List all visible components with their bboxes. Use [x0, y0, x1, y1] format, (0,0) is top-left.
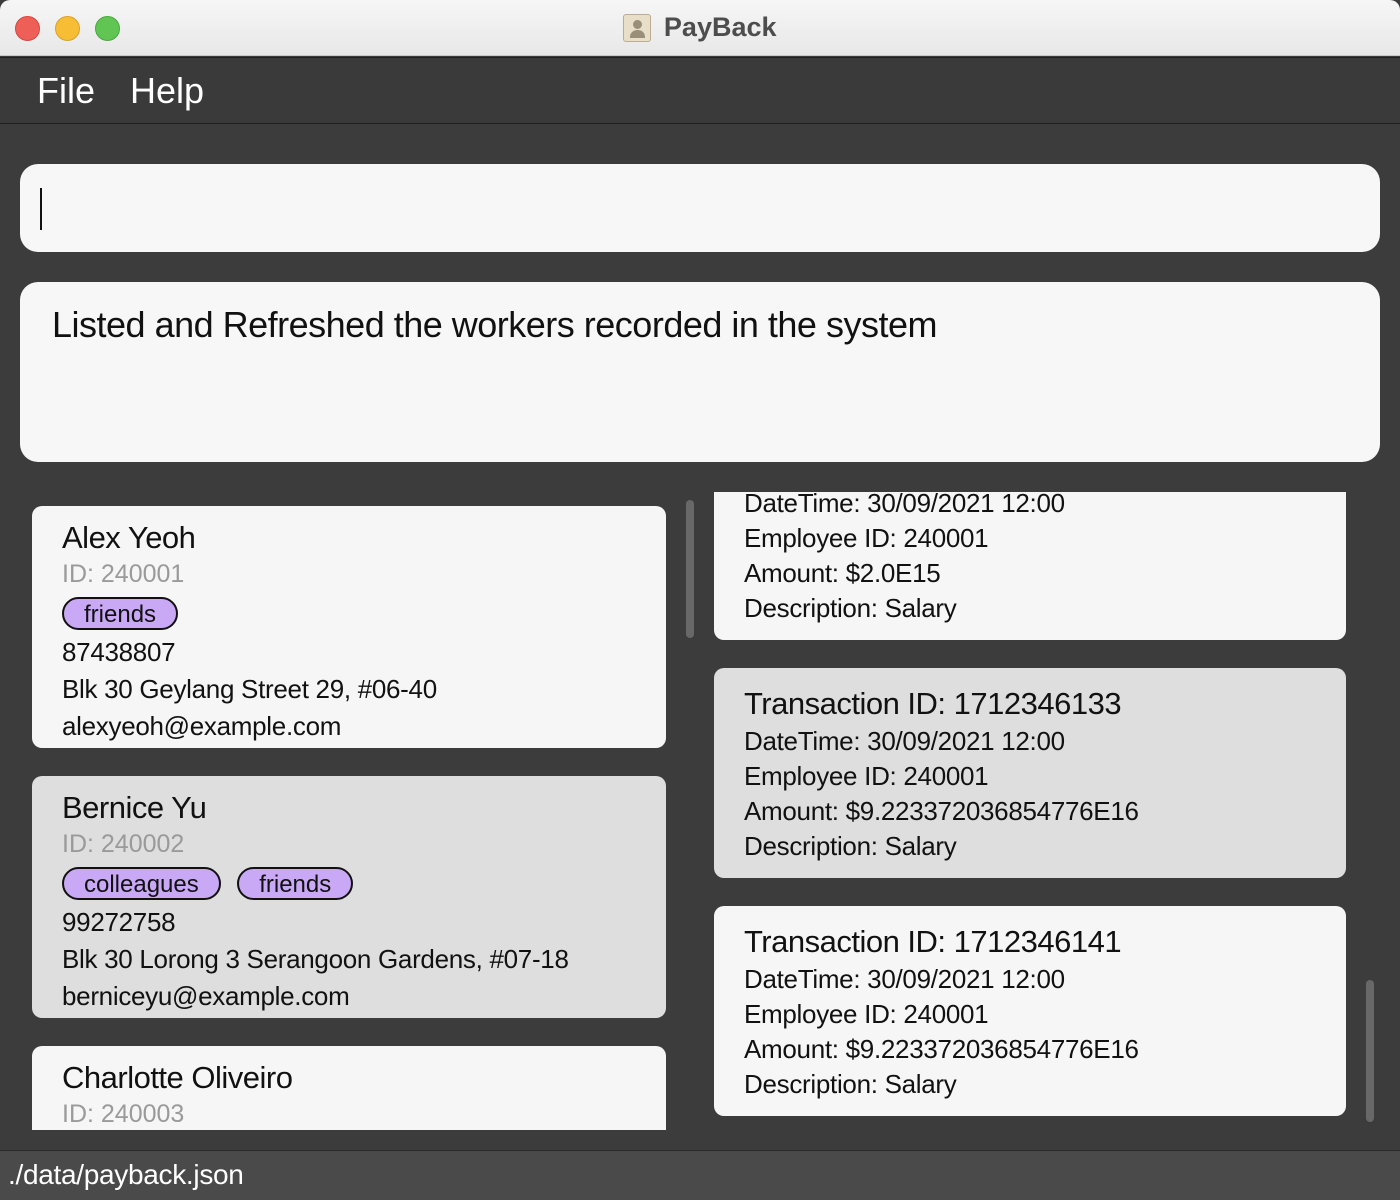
- person-list-scrollbar[interactable]: [686, 500, 694, 638]
- transaction-datetime: DateTime: 30/09/2021 12:00: [744, 964, 1065, 994]
- transaction-description: Description: Salary: [744, 831, 957, 861]
- person-list[interactable]: Alex Yeoh ID: 240001 friends 87438807 Bl…: [20, 492, 680, 1130]
- person-address: Blk 30 Geylang Street 29, #06-40: [62, 674, 437, 704]
- command-box[interactable]: [20, 164, 1380, 252]
- transaction-id: Transaction ID: 1712346141: [744, 924, 1122, 959]
- transaction-id: Transaction ID: 1712346133: [744, 686, 1122, 721]
- person-address: Blk 30 Lorong 3 Serangoon Gardens, #07-1…: [62, 944, 569, 974]
- tag-badge: colleagues: [62, 867, 221, 900]
- transaction-description: Description: Salary: [744, 593, 957, 623]
- person-email: alexyeoh@example.com: [62, 711, 342, 741]
- transaction-employee-id: Employee ID: 240001: [744, 523, 989, 553]
- transaction-card[interactable]: DateTime: 30/09/2021 12:00 Employee ID: …: [714, 492, 1346, 640]
- tag-list: friends: [62, 597, 636, 631]
- person-email: berniceyu@example.com: [62, 981, 350, 1011]
- result-display: Listed and Refreshed the workers recorde…: [20, 282, 1380, 462]
- transaction-datetime: DateTime: 30/09/2021 12:00: [744, 726, 1065, 756]
- command-input[interactable]: [44, 178, 1354, 238]
- transaction-amount: Amount: $9.223372036854776E16: [744, 1034, 1139, 1064]
- window-title: PayBack: [663, 12, 777, 42]
- transaction-amount: Amount: $2.0E15: [744, 558, 941, 588]
- menu-help[interactable]: Help: [130, 70, 204, 112]
- transaction-card[interactable]: Transaction ID: 1712346141 DateTime: 30/…: [714, 906, 1346, 1116]
- transaction-description: Description: Salary: [744, 1069, 957, 1099]
- tag-list: colleagues friends: [62, 867, 636, 901]
- person-phone: 99272758: [62, 907, 176, 937]
- person-id: ID: 240001: [62, 560, 185, 588]
- tag-badge: friends: [62, 597, 179, 630]
- person-name: Bernice Yu: [62, 790, 207, 825]
- contact-book-icon: [623, 13, 652, 42]
- person-phone: 87438807: [62, 637, 176, 667]
- transaction-list-scrollbar[interactable]: [1366, 980, 1374, 1122]
- menu-bar: File Help: [0, 57, 1400, 124]
- menu-file[interactable]: File: [37, 70, 95, 112]
- person-id: ID: 240002: [62, 830, 185, 858]
- transaction-amount: Amount: $9.223372036854776E16: [744, 796, 1139, 826]
- transaction-card-selected[interactable]: Transaction ID: 1712346133 DateTime: 30/…: [714, 668, 1346, 878]
- person-id: ID: 240003: [62, 1100, 185, 1128]
- transaction-datetime: DateTime: 30/09/2021 12:00: [744, 492, 1065, 518]
- storage-path: ./data/payback.json: [8, 1159, 244, 1190]
- person-name: Charlotte Oliveiro: [62, 1060, 293, 1095]
- transaction-list[interactable]: DateTime: 30/09/2021 12:00 Employee ID: …: [700, 492, 1380, 1130]
- person-card[interactable]: Alex Yeoh ID: 240001 friends 87438807 Bl…: [32, 506, 666, 748]
- transaction-employee-id: Employee ID: 240001: [744, 999, 989, 1029]
- person-card[interactable]: Charlotte Oliveiro ID: 240003: [32, 1046, 666, 1130]
- window-title-group: PayBack: [0, 12, 1400, 43]
- title-bar: PayBack: [0, 0, 1400, 56]
- person-name: Alex Yeoh: [62, 520, 196, 555]
- result-message: Listed and Refreshed the workers recorde…: [52, 304, 937, 345]
- person-card-selected[interactable]: Bernice Yu ID: 240002 colleagues friends…: [32, 776, 666, 1018]
- transaction-employee-id: Employee ID: 240001: [744, 761, 989, 791]
- tag-badge: friends: [237, 867, 354, 900]
- text-caret: [40, 188, 42, 230]
- status-bar: ./data/payback.json: [0, 1150, 1400, 1200]
